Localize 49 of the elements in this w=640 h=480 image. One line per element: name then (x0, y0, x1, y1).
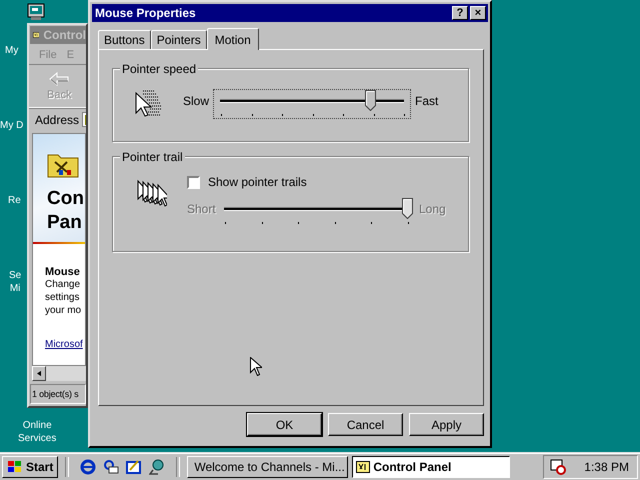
control-panel-icon (356, 460, 370, 472)
desktop-icon-label[interactable]: Online Services (18, 419, 56, 445)
page-heading: Con (47, 187, 85, 211)
show-trails-checkbox[interactable]: Show pointer trails (187, 175, 449, 189)
taskbar-button[interactable]: Control Panel (352, 456, 510, 478)
address-label: Address (35, 112, 80, 126)
start-button[interactable]: Start (2, 456, 58, 478)
slider-max-label: Fast (414, 93, 440, 108)
left-arrow-icon (49, 72, 70, 86)
item-description: your mo (45, 304, 82, 317)
slider-min-label: Short (187, 201, 217, 216)
desktop-icon-label[interactable]: My D (0, 119, 24, 132)
help-button[interactable]: ? (452, 6, 468, 20)
scroll-left-icon[interactable] (37, 370, 41, 377)
item-title: Mouse (45, 266, 81, 278)
slider-thumb[interactable] (365, 90, 376, 111)
computer-icon[interactable] (27, 3, 45, 21)
dialog-title: Mouse Properties (95, 6, 196, 20)
tab[interactable]: Buttons (98, 30, 151, 49)
tab[interactable]: Pointers (150, 30, 207, 49)
status-text: 1 object(s) s (32, 389, 78, 399)
control-panel-icon (33, 29, 40, 41)
horizontal-scrollbar[interactable] (32, 366, 86, 381)
window-title: Control (43, 28, 86, 42)
dialog-button[interactable]: Cancel (328, 413, 403, 436)
dialog-button[interactable]: OK (247, 413, 322, 436)
slider-max-label: Long (418, 201, 447, 216)
close-button[interactable]: × (470, 6, 486, 20)
checkbox[interactable] (187, 176, 200, 188)
clock[interactable]: 1:38 PM (584, 460, 629, 474)
desktop-icon-label[interactable]: Re (8, 194, 21, 207)
checkbox-label: Show pointer trails (208, 175, 307, 189)
slider[interactable] (213, 89, 411, 119)
desktop-icon-label[interactable]: My (5, 44, 18, 57)
mouse-cursor-icon (250, 357, 262, 376)
group-title: Pointer speed (120, 62, 198, 76)
tab[interactable]: Motion (206, 28, 259, 50)
item-description: settings (45, 291, 80, 304)
windows-logo-icon (7, 460, 23, 474)
page-heading: Pan (47, 211, 83, 235)
slider-min-label: Slow (183, 93, 210, 108)
browser-icon[interactable] (80, 458, 96, 474)
link[interactable]: Microsof (45, 339, 85, 350)
dialog-button[interactable]: Apply (409, 413, 484, 436)
globe-icon[interactable] (149, 458, 166, 474)
taskbar-button[interactable]: Welcome to Channels - Mi... (187, 456, 348, 478)
group-title: Pointer trail (120, 150, 185, 164)
item-description: Change (45, 278, 82, 291)
desktop-icon-label[interactable]: Se Mi (9, 269, 22, 295)
